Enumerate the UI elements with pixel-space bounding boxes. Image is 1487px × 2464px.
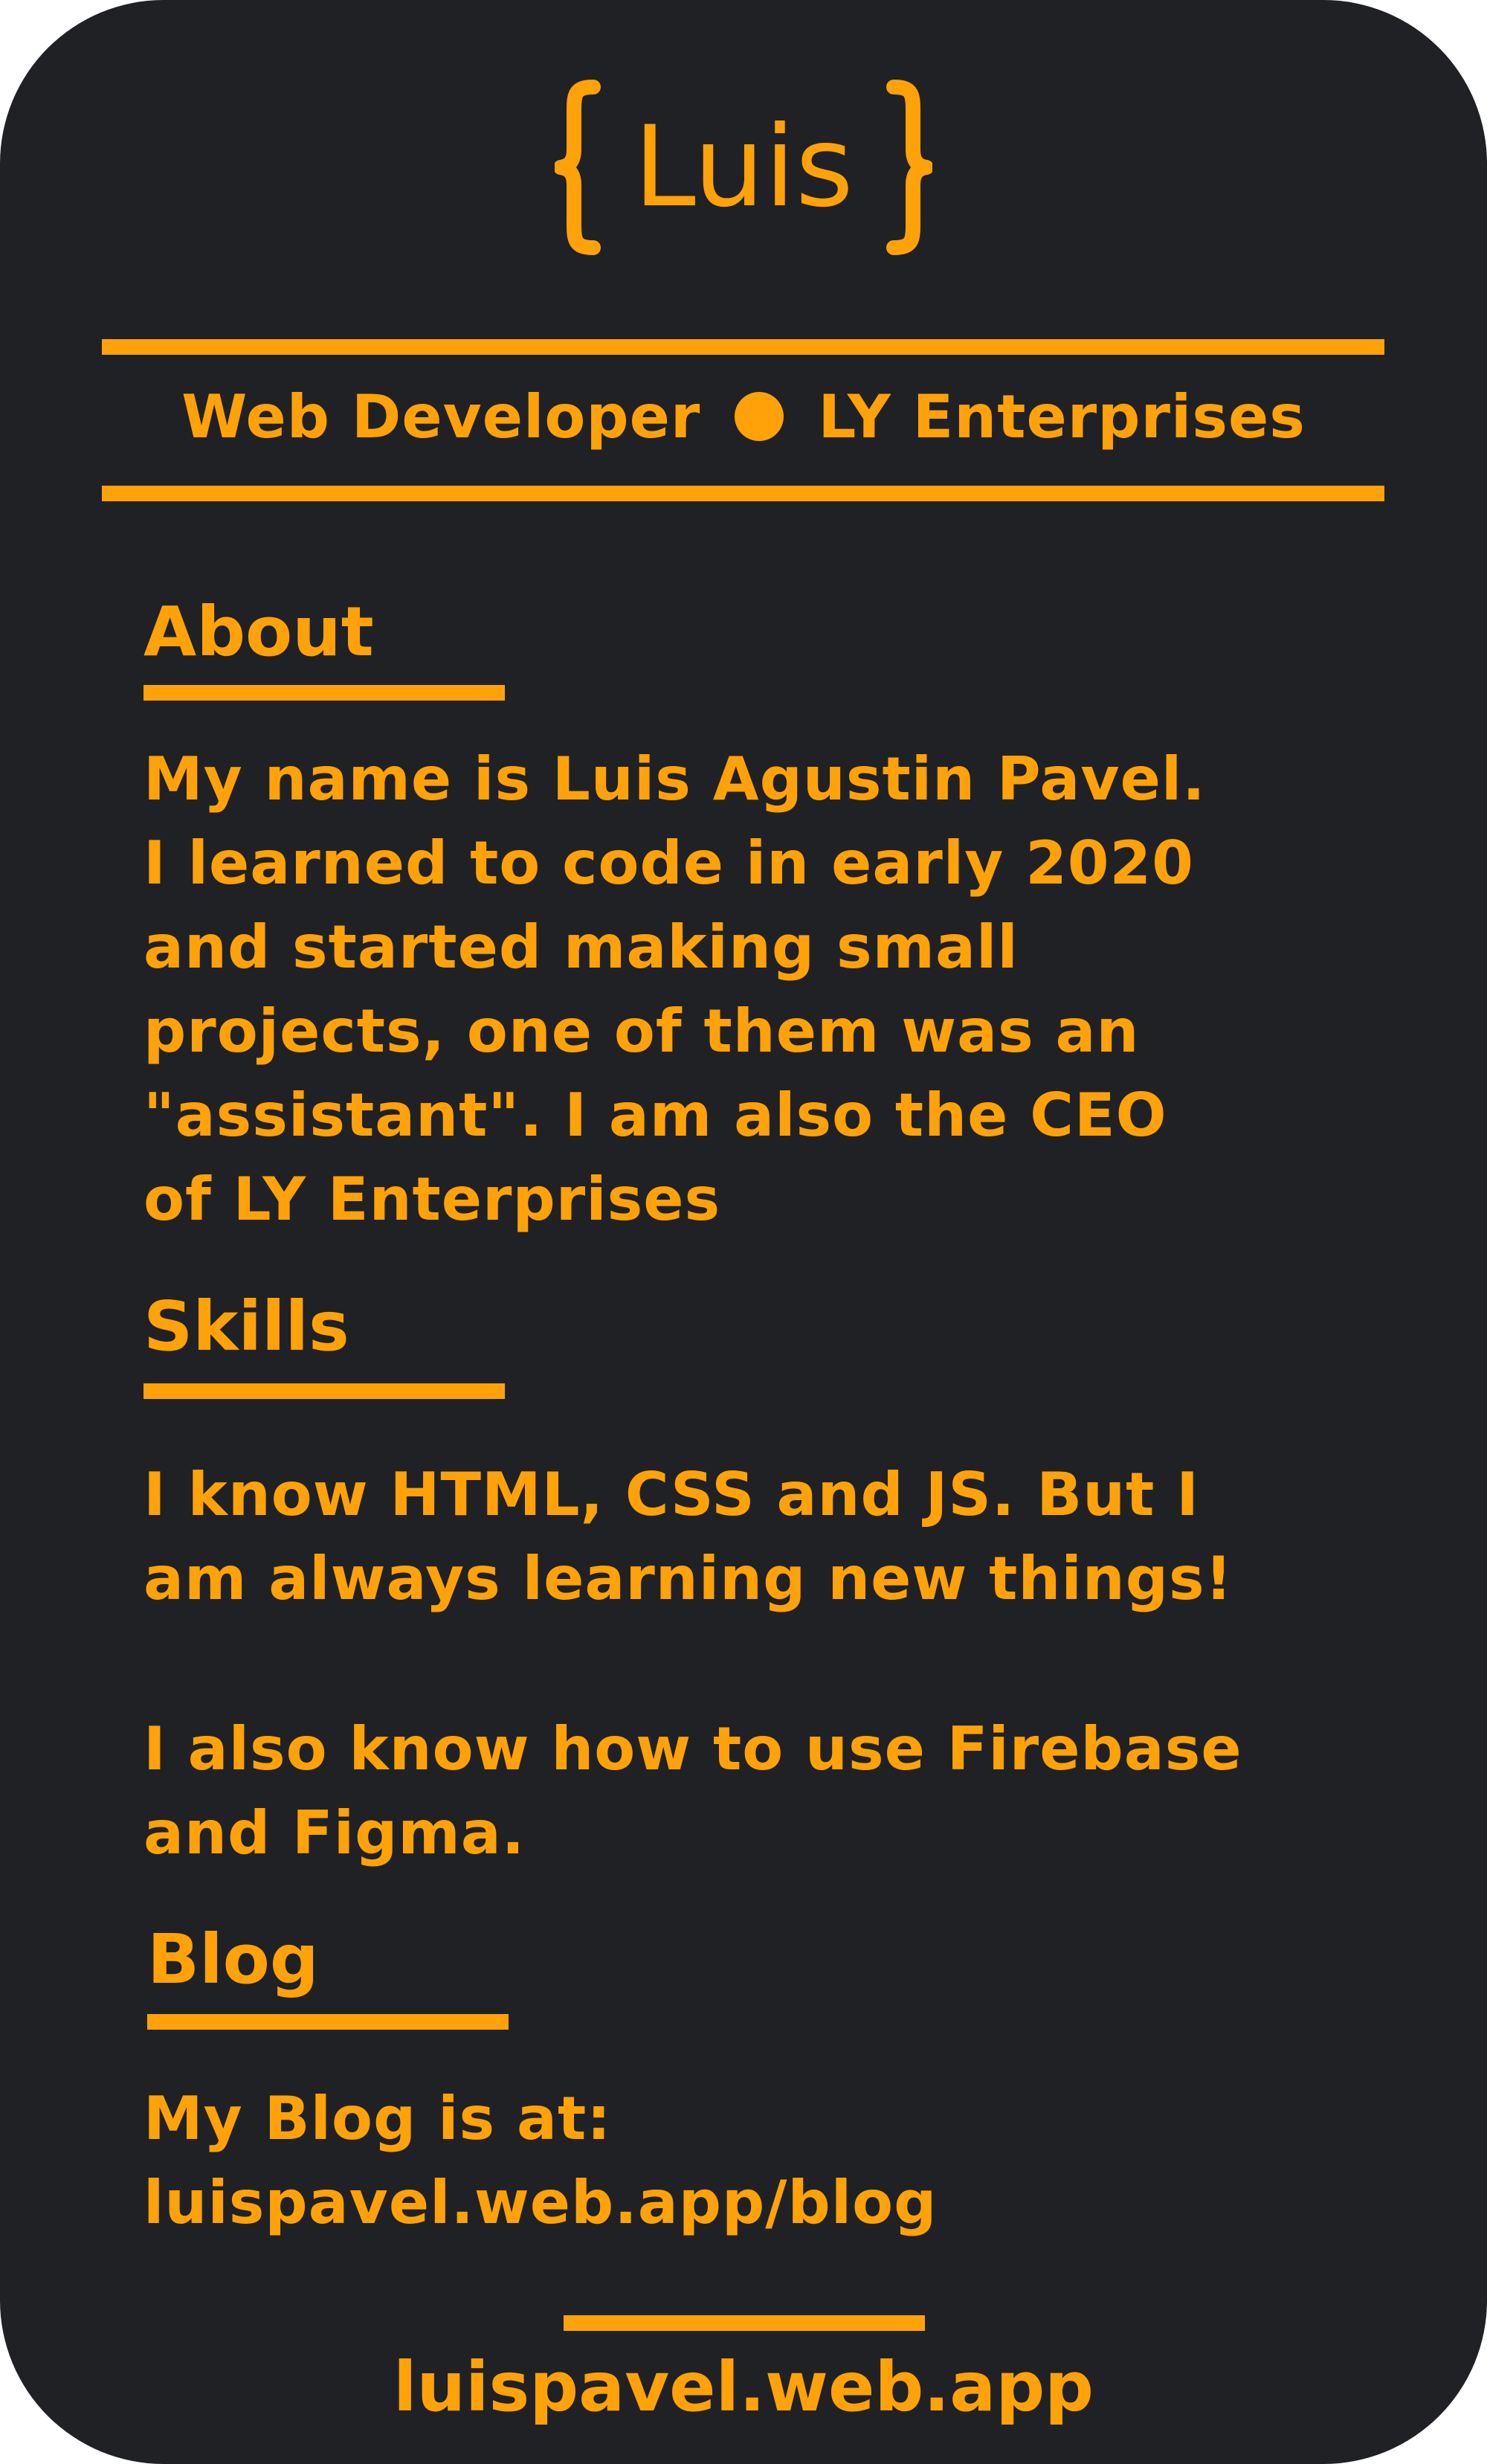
profile-card: Luis Web Developer LY Enterprises About … — [0, 0, 1487, 2464]
role-text: Web Developer — [181, 382, 701, 451]
skills-text-2: I also know how to use Firebase and Figm… — [143, 1714, 1242, 1868]
divider-top — [102, 339, 1384, 355]
section-underline-about — [143, 685, 505, 701]
about-text: My name is Luis Agustin Pavel. I learned… — [143, 744, 1206, 1234]
divider-bottom — [102, 486, 1384, 501]
blog-text: My Blog is at: luispavel.web.app/blog — [143, 2084, 938, 2237]
logo: Luis — [0, 71, 1487, 264]
section-title-skills: Skills — [143, 1287, 349, 1366]
section-underline-blog — [147, 2014, 509, 2030]
skills-text: I know HTML, CSS and JS. But I am always… — [143, 1460, 1233, 1613]
open-brace-icon — [555, 80, 601, 255]
company-text: LY Enterprises — [818, 382, 1306, 451]
close-brace-icon — [886, 80, 932, 255]
section-title-about: About — [143, 592, 374, 672]
section-title-blog: Blog — [147, 1920, 319, 1999]
tagline: Web Developer LY Enterprises — [0, 372, 1487, 461]
footer-link[interactable]: luispavel.web.app — [0, 2343, 1487, 2432]
logo-name: Luis — [633, 103, 854, 232]
footer-divider — [564, 2315, 925, 2331]
section-underline-skills — [143, 1383, 505, 1399]
bullet-dot-icon — [735, 392, 784, 441]
